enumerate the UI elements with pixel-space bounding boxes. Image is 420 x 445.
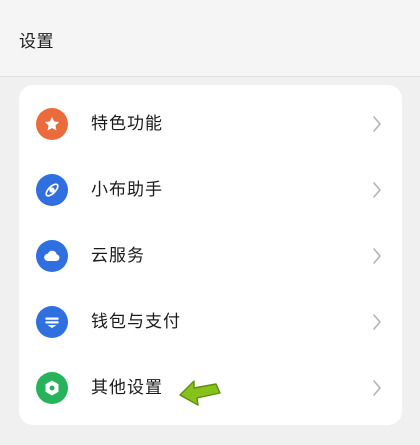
wallet-icon — [36, 306, 68, 338]
gear-icon — [36, 372, 68, 404]
annotation-arrow-icon — [179, 380, 221, 406]
settings-item-wallet[interactable]: 钱包与支付 — [19, 289, 402, 355]
page-title: 设置 — [19, 32, 54, 52]
settings-item-label: 云服务 — [91, 246, 145, 266]
cloud-icon — [36, 240, 68, 272]
settings-item-label: 小布助手 — [91, 180, 163, 200]
star-icon — [36, 108, 68, 140]
settings-item-label: 钱包与支付 — [91, 312, 181, 332]
settings-item-label: 特色功能 — [91, 114, 163, 134]
chevron-right-icon — [373, 380, 381, 396]
header-bar: 设置 — [0, 0, 420, 77]
settings-item-label: 其他设置 — [91, 378, 163, 398]
settings-item-assistant[interactable]: 小布助手 — [19, 157, 402, 223]
chevron-right-icon — [373, 248, 381, 264]
chevron-right-icon — [373, 182, 381, 198]
chevron-right-icon — [373, 314, 381, 330]
settings-item-cloud[interactable]: 云服务 — [19, 223, 402, 289]
chevron-right-icon — [373, 116, 381, 132]
assistant-icon — [36, 174, 68, 206]
settings-item-featured[interactable]: 特色功能 — [19, 91, 402, 157]
